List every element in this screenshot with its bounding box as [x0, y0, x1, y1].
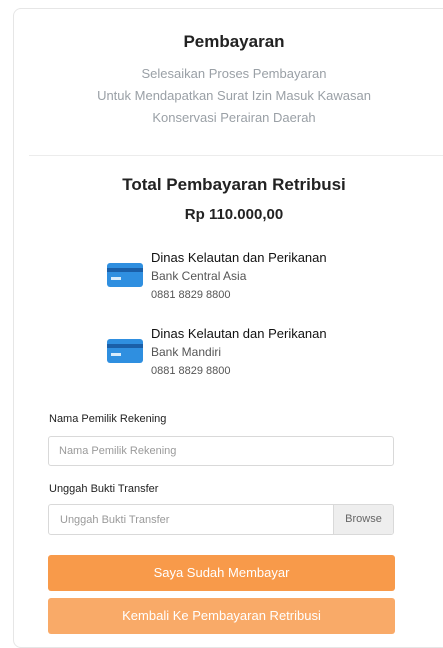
upload-file-input[interactable]: Unggah Bukti Transfer Browse	[48, 504, 394, 535]
bank-name: Bank Mandiri	[151, 345, 222, 359]
bank-account-holder: Dinas Kelautan dan Perikanan	[151, 250, 327, 265]
subtitle-line: Konservasi Perairan Daerah	[152, 110, 316, 125]
browse-button[interactable]: Browse	[333, 505, 393, 534]
bank-name: Bank Central Asia	[151, 269, 247, 283]
upload-placeholder: Unggah Bukti Transfer	[60, 514, 170, 526]
back-to-retribution-button[interactable]: Kembali Ke Pembayaran Retribusi	[48, 598, 395, 634]
bank-account-holder: Dinas Kelautan dan Perikanan	[151, 326, 327, 341]
account-name-input[interactable]	[48, 436, 394, 466]
account-name-label: Nama Pemilik Rekening	[49, 413, 167, 425]
upload-label: Unggah Bukti Transfer	[49, 483, 159, 495]
subtitle-line: Untuk Mendapatkan Surat Izin Masuk Kawas…	[97, 88, 371, 103]
credit-card-icon	[107, 339, 143, 363]
bank-account-bca: Dinas Kelautan dan Perikanan Bank Centra…	[107, 250, 367, 312]
bank-account-number: 0881 8829 8800	[151, 365, 231, 377]
page-subtitle: Selesaikan Proses Pembayaran Untuk Menda…	[59, 63, 409, 129]
section-divider	[29, 155, 443, 156]
page-title: Pembayaran	[183, 32, 285, 51]
confirm-payment-button[interactable]: Saya Sudah Membayar	[48, 555, 395, 591]
bank-account-mandiri: Dinas Kelautan dan Perikanan Bank Mandir…	[107, 326, 367, 388]
credit-card-icon	[107, 263, 143, 287]
total-title: Total Pembayaran Retribusi	[122, 175, 346, 194]
bank-account-number: 0881 8829 8800	[151, 289, 231, 301]
subtitle-line: Selesaikan Proses Pembayaran	[141, 66, 327, 81]
total-amount: Rp 110.000,00	[184, 206, 284, 223]
